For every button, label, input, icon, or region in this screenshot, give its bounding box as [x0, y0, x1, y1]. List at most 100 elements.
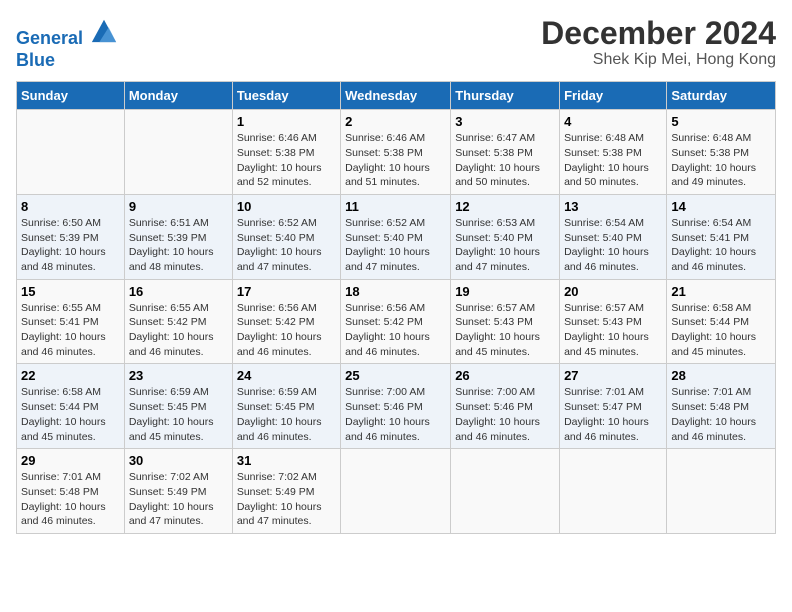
day-info: Sunrise: 7:02 AMSunset: 5:49 PMDaylight:… — [237, 471, 322, 527]
day-number: 30 — [129, 453, 228, 468]
day-number: 23 — [129, 368, 228, 383]
day-info: Sunrise: 6:54 AMSunset: 5:40 PMDaylight:… — [564, 217, 649, 273]
calendar-header-row: SundayMondayTuesdayWednesdayThursdayFrid… — [17, 82, 776, 110]
page-header: General Blue December 2024 Shek Kip Mei,… — [16, 16, 776, 71]
day-number: 20 — [564, 284, 662, 299]
calendar-cell: 11 Sunrise: 6:52 AMSunset: 5:40 PMDayligh… — [341, 194, 451, 279]
day-number: 4 — [564, 114, 662, 129]
header-cell-thursday: Thursday — [451, 82, 560, 110]
calendar-cell: 16Sunrise: 6:55 AMSunset: 5:42 PMDayligh… — [124, 279, 232, 364]
calendar-cell: 21Sunrise: 6:58 AMSunset: 5:44 PMDayligh… — [667, 279, 776, 364]
day-number: 17 — [237, 284, 336, 299]
calendar-week-row: 8Sunrise: 6:50 AMSunset: 5:39 PMDaylight… — [17, 194, 776, 279]
day-number: 12 — [455, 199, 555, 214]
calendar-cell: 18 Sunrise: 6:56 AMSunset: 5:42 PMDayligh… — [341, 279, 451, 364]
calendar-cell: 24 Sunrise: 6:59 AMSunset: 5:45 PMDayligh… — [232, 364, 340, 449]
day-info: Sunrise: 6:57 AMSunset: 5:43 PMDaylight:… — [455, 302, 540, 358]
day-info: Sunrise: 6:59 AMSunset: 5:45 PMDaylight:… — [237, 386, 322, 442]
logo-icon — [90, 16, 118, 44]
calendar-cell — [560, 449, 667, 534]
day-info: Sunrise: 6:47 AMSunset: 5:38 PMDaylight:… — [455, 132, 540, 188]
day-number: 16 — [129, 284, 228, 299]
title-block: December 2024 Shek Kip Mei, Hong Kong — [541, 16, 776, 69]
calendar-cell — [124, 110, 232, 195]
day-number: 26 — [455, 368, 555, 383]
calendar-cell: 3 Sunrise: 6:47 AMSunset: 5:38 PMDaylight… — [451, 110, 560, 195]
calendar-cell: 20 Sunrise: 6:57 AMSunset: 5:43 PMDayligh… — [560, 279, 667, 364]
day-info: Sunrise: 7:00 AMSunset: 5:46 PMDaylight:… — [455, 386, 540, 442]
day-info: Sunrise: 6:46 AMSunset: 5:38 PMDaylight:… — [237, 132, 322, 188]
day-info: Sunrise: 6:48 AMSunset: 5:38 PMDaylight:… — [671, 132, 756, 188]
day-info: Sunrise: 7:01 AMSunset: 5:47 PMDaylight:… — [564, 386, 649, 442]
calendar-cell — [17, 110, 125, 195]
day-info: Sunrise: 7:00 AMSunset: 5:46 PMDaylight:… — [345, 386, 430, 442]
day-info: Sunrise: 6:46 AMSunset: 5:38 PMDaylight:… — [345, 132, 430, 188]
calendar-cell: 14Sunrise: 6:54 AMSunset: 5:41 PMDayligh… — [667, 194, 776, 279]
calendar-cell: 1 Sunrise: 6:46 AMSunset: 5:38 PMDaylight… — [232, 110, 340, 195]
calendar-cell: 10Sunrise: 6:52 AMSunset: 5:40 PMDayligh… — [232, 194, 340, 279]
day-info: Sunrise: 6:51 AMSunset: 5:39 PMDaylight:… — [129, 217, 214, 273]
day-number: 13 — [564, 199, 662, 214]
day-number: 5 — [671, 114, 771, 129]
day-info: Sunrise: 6:57 AMSunset: 5:43 PMDaylight:… — [564, 302, 649, 358]
header-cell-saturday: Saturday — [667, 82, 776, 110]
day-number: 25 — [345, 368, 446, 383]
header-cell-sunday: Sunday — [17, 82, 125, 110]
day-number: 3 — [455, 114, 555, 129]
day-number: 1 — [237, 114, 336, 129]
calendar-cell: 8Sunrise: 6:50 AMSunset: 5:39 PMDaylight… — [17, 194, 125, 279]
location-title: Shek Kip Mei, Hong Kong — [541, 51, 776, 69]
calendar-cell: 23 Sunrise: 6:59 AMSunset: 5:45 PMDayligh… — [124, 364, 232, 449]
calendar-cell: 15 Sunrise: 6:55 AMSunset: 5:41 PMDayligh… — [17, 279, 125, 364]
day-info: Sunrise: 6:55 AMSunset: 5:41 PMDaylight:… — [21, 302, 106, 358]
day-info: Sunrise: 6:59 AMSunset: 5:45 PMDaylight:… — [129, 386, 214, 442]
day-info: Sunrise: 6:58 AMSunset: 5:44 PMDaylight:… — [21, 386, 106, 442]
header-cell-monday: Monday — [124, 82, 232, 110]
day-number: 11 — [345, 199, 446, 214]
header-cell-friday: Friday — [560, 82, 667, 110]
calendar-cell: 2 Sunrise: 6:46 AMSunset: 5:38 PMDaylight… — [341, 110, 451, 195]
day-info: Sunrise: 7:02 AMSunset: 5:49 PMDaylight:… — [129, 471, 214, 527]
day-number: 15 — [21, 284, 120, 299]
day-number: 22 — [21, 368, 120, 383]
calendar-cell: 29 Sunrise: 7:01 AMSunset: 5:48 PMDayligh… — [17, 449, 125, 534]
calendar-cell: 22 Sunrise: 6:58 AMSunset: 5:44 PMDayligh… — [17, 364, 125, 449]
logo-blue: Blue — [16, 50, 55, 70]
day-info: Sunrise: 6:54 AMSunset: 5:41 PMDaylight:… — [671, 217, 756, 273]
calendar-week-row: 1 Sunrise: 6:46 AMSunset: 5:38 PMDaylight… — [17, 110, 776, 195]
calendar-cell: 31 Sunrise: 7:02 AMSunset: 5:49 PMDayligh… — [232, 449, 340, 534]
calendar-cell: 25 Sunrise: 7:00 AMSunset: 5:46 PMDayligh… — [341, 364, 451, 449]
day-number: 24 — [237, 368, 336, 383]
day-info: Sunrise: 6:52 AMSunset: 5:40 PMDaylight:… — [345, 217, 430, 273]
calendar-table: SundayMondayTuesdayWednesdayThursdayFrid… — [16, 81, 776, 534]
day-number: 19 — [455, 284, 555, 299]
calendar-cell: 26 Sunrise: 7:00 AMSunset: 5:46 PMDayligh… — [451, 364, 560, 449]
logo-general: General — [16, 28, 83, 48]
logo: General Blue — [16, 16, 118, 71]
calendar-cell: 28Sunrise: 7:01 AMSunset: 5:48 PMDayligh… — [667, 364, 776, 449]
month-title: December 2024 — [541, 16, 776, 51]
day-info: Sunrise: 6:48 AMSunset: 5:38 PMDaylight:… — [564, 132, 649, 188]
header-cell-tuesday: Tuesday — [232, 82, 340, 110]
calendar-cell: 13 Sunrise: 6:54 AMSunset: 5:40 PMDayligh… — [560, 194, 667, 279]
calendar-week-row: 22 Sunrise: 6:58 AMSunset: 5:44 PMDayligh… — [17, 364, 776, 449]
calendar-cell: 12 Sunrise: 6:53 AMSunset: 5:40 PMDayligh… — [451, 194, 560, 279]
calendar-week-row: 15 Sunrise: 6:55 AMSunset: 5:41 PMDayligh… — [17, 279, 776, 364]
calendar-cell: 30 Sunrise: 7:02 AMSunset: 5:49 PMDayligh… — [124, 449, 232, 534]
calendar-cell — [451, 449, 560, 534]
day-number: 18 — [345, 284, 446, 299]
day-info: Sunrise: 6:53 AMSunset: 5:40 PMDaylight:… — [455, 217, 540, 273]
calendar-cell: 4 Sunrise: 6:48 AMSunset: 5:38 PMDaylight… — [560, 110, 667, 195]
header-cell-wednesday: Wednesday — [341, 82, 451, 110]
day-info: Sunrise: 6:56 AMSunset: 5:42 PMDaylight:… — [345, 302, 430, 358]
day-info: Sunrise: 7:01 AMSunset: 5:48 PMDaylight:… — [21, 471, 106, 527]
day-info: Sunrise: 6:50 AMSunset: 5:39 PMDaylight:… — [21, 217, 106, 273]
day-number: 27 — [564, 368, 662, 383]
day-number: 2 — [345, 114, 446, 129]
day-number: 31 — [237, 453, 336, 468]
day-number: 29 — [21, 453, 120, 468]
day-info: Sunrise: 6:56 AMSunset: 5:42 PMDaylight:… — [237, 302, 322, 358]
calendar-cell: 17 Sunrise: 6:56 AMSunset: 5:42 PMDayligh… — [232, 279, 340, 364]
logo-text: General Blue — [16, 16, 118, 71]
calendar-cell: 5 Sunrise: 6:48 AMSunset: 5:38 PMDaylight… — [667, 110, 776, 195]
